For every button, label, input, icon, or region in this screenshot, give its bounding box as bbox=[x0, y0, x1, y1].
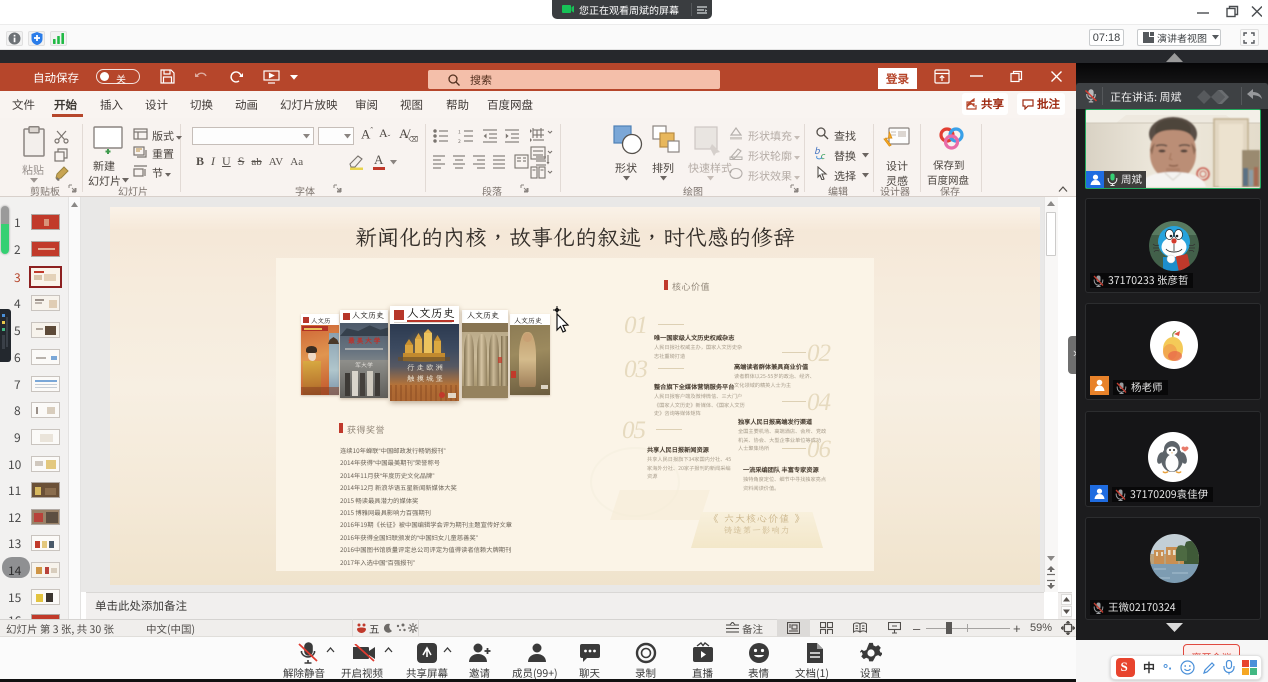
svg-text:2: 2 bbox=[458, 138, 461, 144]
svg-text:1: 1 bbox=[458, 129, 461, 136]
